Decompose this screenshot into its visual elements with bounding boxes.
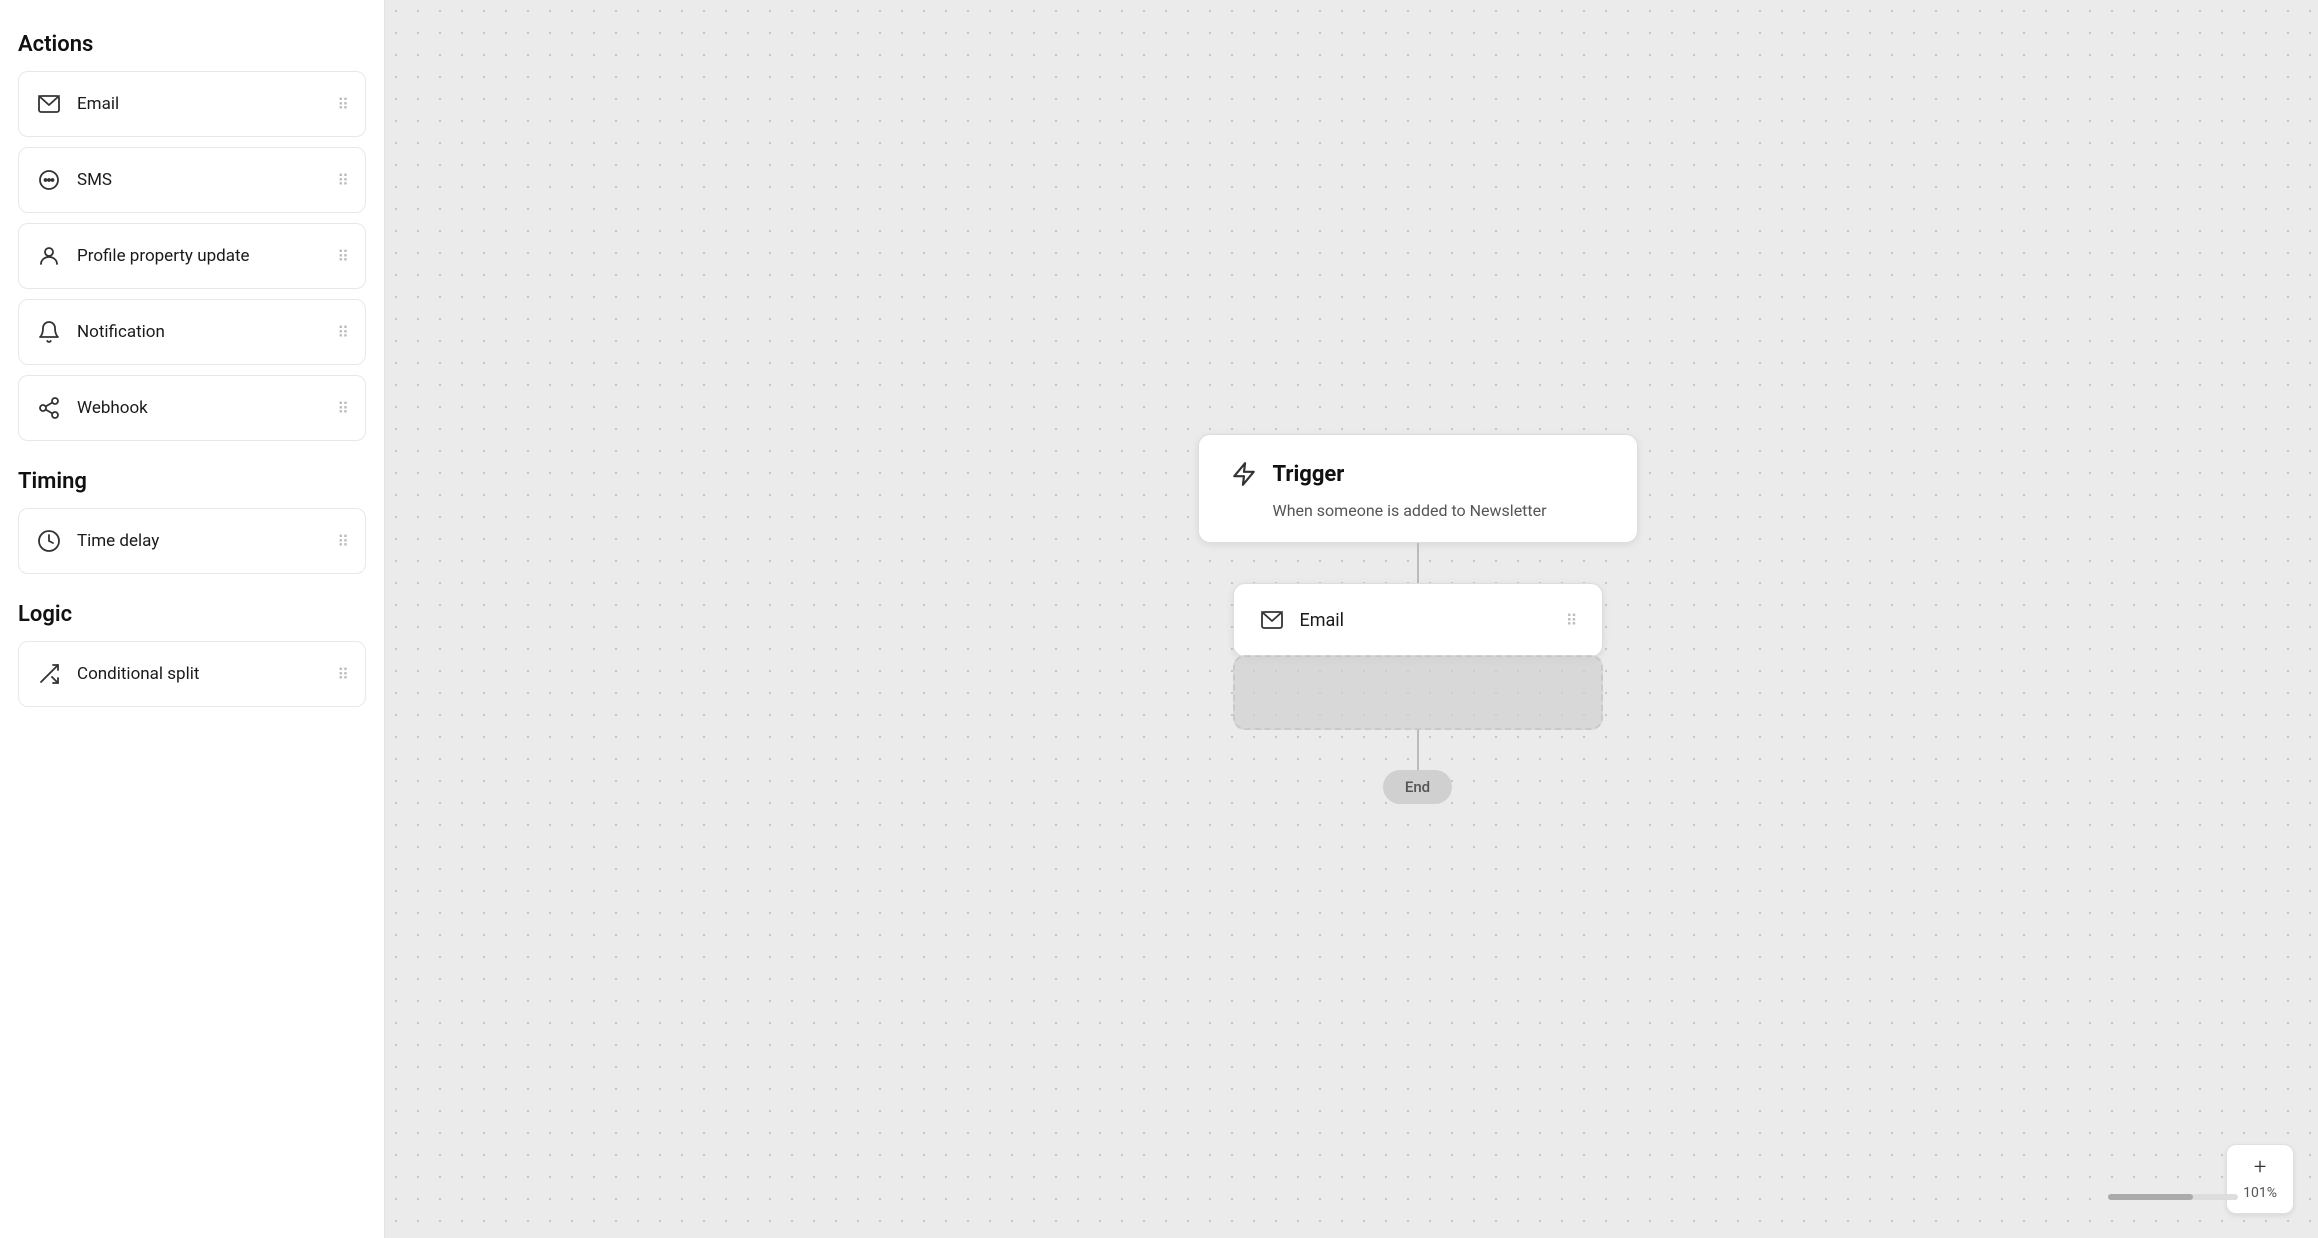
conditional-split-label: Conditional split [77, 664, 199, 684]
section-timing: Timing Time delay ⠿ [18, 461, 366, 584]
split-icon [35, 660, 63, 688]
drag-handle-profile[interactable]: ⠿ [337, 247, 349, 266]
sidebar-item-profile-left: Profile property update [35, 242, 250, 270]
section-title-logic: Logic [18, 602, 366, 627]
drag-handle-conditional-split[interactable]: ⠿ [337, 665, 349, 684]
sidebar-item-profile-property-update[interactable]: Profile property update ⠿ [18, 223, 366, 289]
email-node-left: Email [1258, 606, 1345, 634]
email-node-label: Email [1300, 610, 1345, 631]
sidebar-item-conditional-split-left: Conditional split [35, 660, 199, 688]
zoom-bar-container[interactable] [2108, 1194, 2238, 1200]
sidebar-item-webhook-left: Webhook [35, 394, 148, 422]
sidebar-item-notification-left: Notification [35, 318, 165, 346]
person-icon [35, 242, 63, 270]
trigger-title: Trigger [1273, 462, 1345, 487]
trigger-node[interactable]: Trigger When someone is added to Newslet… [1198, 434, 1638, 543]
trigger-description: When someone is added to Newsletter [1273, 501, 1609, 520]
sidebar-item-conditional-split[interactable]: Conditional split ⠿ [18, 641, 366, 707]
drag-handle-sms[interactable]: ⠿ [337, 171, 349, 190]
drag-handle-time-delay[interactable]: ⠿ [337, 532, 349, 551]
end-node: End [1383, 770, 1452, 804]
email-node-icon [1258, 606, 1286, 634]
sidebar-item-sms[interactable]: SMS ⠿ [18, 147, 366, 213]
bell-icon [35, 318, 63, 346]
zoom-controls: + 101% [2226, 1144, 2294, 1214]
email-node[interactable]: Email ⠿ [1233, 583, 1603, 657]
sidebar-item-time-delay-left: Time delay [35, 527, 159, 555]
sidebar-item-notification[interactable]: Notification ⠿ [18, 299, 366, 365]
zoom-plus-button[interactable]: + [2254, 1157, 2266, 1179]
drag-handle-email[interactable]: ⠿ [337, 95, 349, 114]
profile-property-label: Profile property update [77, 246, 250, 266]
sidebar-item-time-delay[interactable]: Time delay ⠿ [18, 508, 366, 574]
drag-handle-email-node[interactable]: ⠿ [1566, 611, 1578, 630]
webhook-label: Webhook [77, 398, 148, 418]
trigger-header: Trigger [1227, 457, 1609, 491]
mail-icon [35, 90, 63, 118]
zoom-bar-fill [2108, 1194, 2193, 1200]
clock-icon [35, 527, 63, 555]
sms-icon [35, 166, 63, 194]
webhook-icon [35, 394, 63, 422]
sms-label: SMS [77, 170, 112, 190]
time-delay-label: Time delay [77, 531, 159, 551]
section-actions: Actions Email ⠿ [18, 24, 366, 451]
section-title-timing: Timing [18, 469, 366, 494]
connector-line-2 [1417, 730, 1419, 770]
drag-handle-webhook[interactable]: ⠿ [337, 399, 349, 418]
ghost-placeholder-node [1233, 655, 1603, 730]
flow-container: Trigger When someone is added to Newslet… [1198, 434, 1638, 804]
end-label: End [1405, 778, 1430, 796]
drag-handle-notification[interactable]: ⠿ [337, 323, 349, 342]
section-logic: Logic Conditional split ⠿ [18, 594, 366, 717]
canvas[interactable]: Trigger When someone is added to Newslet… [385, 0, 2318, 1238]
sidebar-item-email[interactable]: Email ⠿ [18, 71, 366, 137]
sidebar-item-webhook[interactable]: Webhook ⠿ [18, 375, 366, 441]
email-label: Email [77, 94, 119, 114]
connector-line-1 [1417, 543, 1419, 583]
sidebar-item-email-left: Email [35, 90, 119, 118]
lightning-icon [1227, 457, 1261, 491]
section-title-actions: Actions [18, 32, 366, 57]
sidebar-item-sms-left: SMS [35, 166, 112, 194]
notification-label: Notification [77, 322, 165, 342]
zoom-percent-label: 101% [2243, 1185, 2277, 1201]
sidebar: Actions Email ⠿ [0, 0, 385, 1238]
